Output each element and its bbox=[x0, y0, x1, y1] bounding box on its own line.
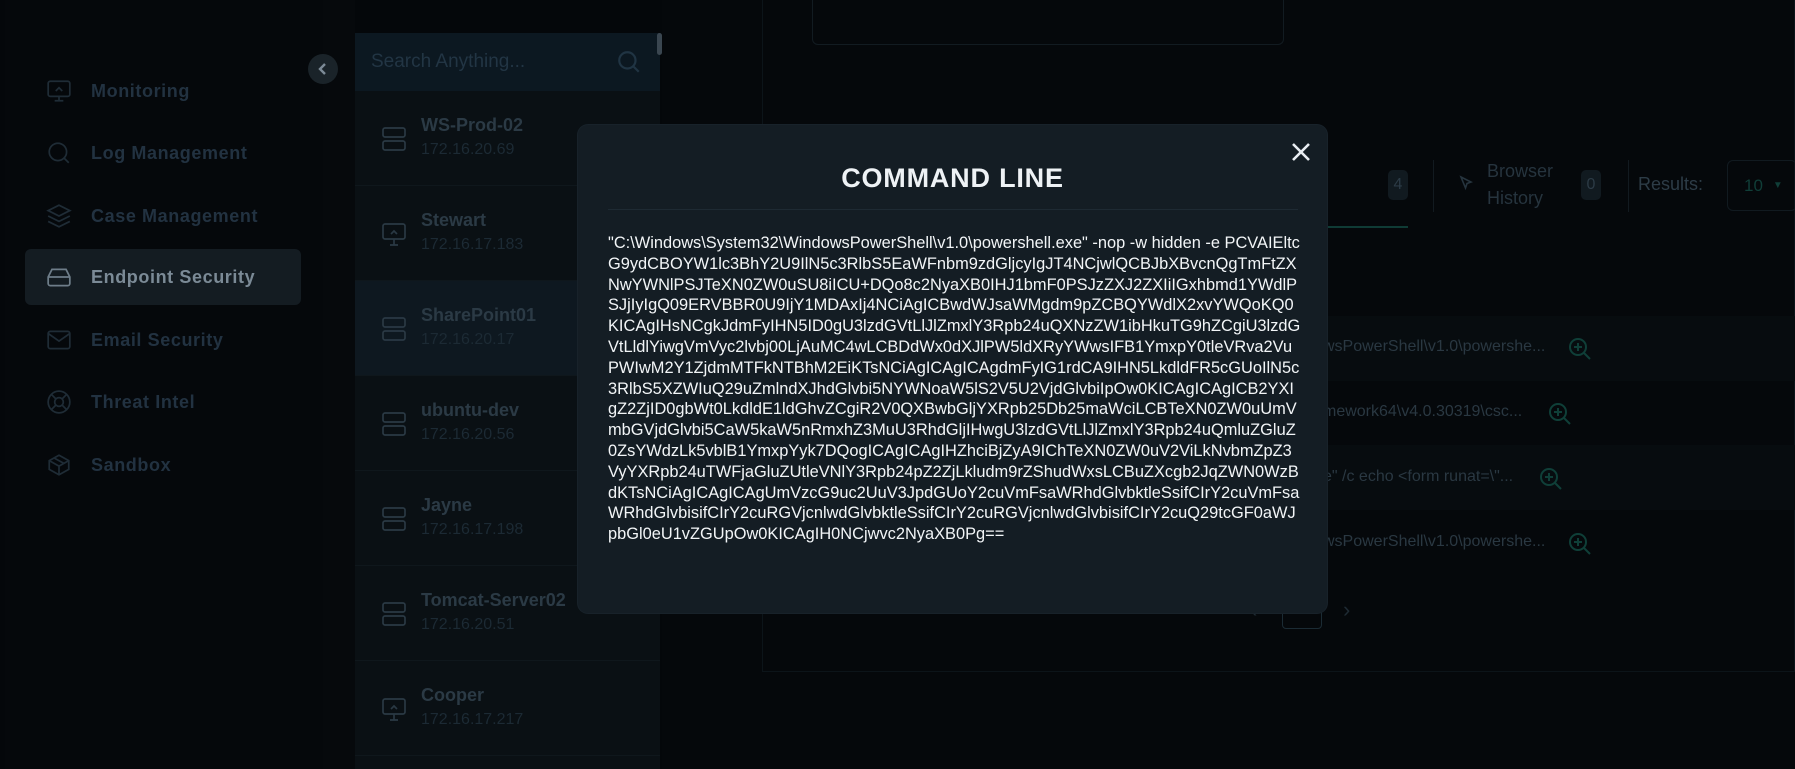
endpoint-name: SharePoint01 bbox=[421, 305, 537, 325]
layers-icon bbox=[45, 202, 73, 230]
nav-label: Case Management bbox=[91, 205, 259, 226]
nav-item-case-management[interactable]: Case Management bbox=[25, 188, 301, 244]
command-line-text: "C:\Windows\System32\WindowsPowerShell\v… bbox=[608, 234, 1301, 544]
nav-label: Threat Intel bbox=[91, 391, 196, 412]
endpoint-ip: 172.16.17.183 bbox=[421, 236, 524, 253]
tab-separator bbox=[1433, 160, 1434, 212]
modal-title: COMMAND LINE bbox=[841, 163, 1064, 193]
monitor-icon bbox=[381, 695, 407, 723]
drive-icon bbox=[45, 263, 73, 291]
tab-label-line2: History bbox=[1487, 188, 1544, 208]
server-icon bbox=[381, 410, 407, 438]
nav-item-sandbox[interactable]: Sandbox bbox=[25, 437, 301, 493]
endpoint-name: Tomcat-Server02 bbox=[421, 590, 566, 610]
nav-item-log-management[interactable]: Log Management bbox=[25, 125, 301, 181]
results-label: Results: bbox=[1638, 174, 1704, 194]
row-command: wsPowerShell\v1.0\powershe... bbox=[1323, 533, 1546, 550]
row-command: mework64\v4.0.30319\csc... bbox=[1323, 403, 1523, 420]
endpoint-item[interactable]: Cooper 172.16.17.217 bbox=[355, 661, 660, 756]
nav-item-email-security[interactable]: Email Security bbox=[25, 312, 301, 368]
nav-label: Monitoring bbox=[91, 80, 190, 101]
chevron-down-icon: ▼ bbox=[1772, 180, 1783, 191]
zoom-in-icon[interactable] bbox=[1567, 531, 1593, 557]
endpoint-ip: 172.16.20.69 bbox=[421, 141, 515, 158]
zoom-in-icon[interactable] bbox=[1567, 336, 1593, 362]
chevron-left-icon bbox=[318, 63, 326, 75]
command-line-modal: COMMAND LINE "C:\Windows\System32\Window… bbox=[578, 125, 1327, 613]
endpoint-name: ubuntu-dev bbox=[421, 400, 519, 420]
endpoint-name: Jayne bbox=[421, 495, 473, 515]
endpoint-ip: 172.16.20.56 bbox=[421, 426, 515, 443]
modal-divider bbox=[608, 209, 1298, 210]
lifebuoy-icon bbox=[45, 388, 73, 416]
server-icon bbox=[381, 315, 407, 343]
top-box bbox=[812, 0, 1284, 45]
nav-label: Email Security bbox=[91, 329, 224, 350]
search-icon[interactable] bbox=[616, 49, 642, 75]
nav-label: Log Management bbox=[91, 142, 248, 163]
search-icon bbox=[45, 139, 73, 167]
tab-browser-history[interactable]: Browser History bbox=[1487, 158, 1577, 212]
server-icon bbox=[381, 505, 407, 533]
left-navigation: Monitoring Log Management Case Managemen… bbox=[5, 0, 323, 769]
monitor-icon bbox=[45, 77, 73, 105]
endpoint-ip: 172.16.17.198 bbox=[421, 521, 524, 538]
box-icon bbox=[45, 451, 73, 479]
zoom-in-icon[interactable] bbox=[1538, 466, 1564, 492]
tab-label-line1: Browser bbox=[1487, 161, 1554, 181]
close-icon[interactable] bbox=[1288, 139, 1314, 165]
row-command: wsPowerShell\v1.0\powershe... bbox=[1323, 338, 1546, 355]
browser-count-badge: 0 bbox=[1581, 170, 1601, 200]
next-page-icon[interactable]: › bbox=[1343, 597, 1350, 623]
collapse-sidebar-button[interactable] bbox=[308, 54, 338, 84]
mail-icon bbox=[45, 326, 73, 354]
endpoint-name: Cooper bbox=[421, 685, 484, 705]
endpoint-name: WS-Prod-02 bbox=[421, 115, 524, 135]
tab-separator bbox=[1628, 160, 1629, 212]
search-box bbox=[355, 33, 660, 91]
monitor-icon bbox=[381, 220, 407, 248]
server-icon bbox=[381, 600, 407, 628]
search-input[interactable] bbox=[371, 51, 601, 73]
nav-item-endpoint-security[interactable]: Endpoint Security bbox=[25, 249, 301, 305]
endpoint-ip: 172.16.20.17 bbox=[421, 331, 515, 348]
endpoint-name: Stewart bbox=[421, 210, 487, 230]
endpoint-ip: 172.16.17.217 bbox=[421, 711, 524, 728]
row-command: e" /c echo <form runat=\"... bbox=[1323, 468, 1514, 485]
results-per-page-select[interactable]: 10 ▼ bbox=[1727, 160, 1795, 211]
endpoint-ip: 172.16.20.51 bbox=[421, 616, 515, 633]
server-icon bbox=[381, 125, 407, 153]
gutter bbox=[323, 0, 355, 769]
terminal-count-badge: 4 bbox=[1388, 170, 1408, 200]
cursor-icon bbox=[1458, 175, 1474, 191]
nav-item-threat-intel[interactable]: Threat Intel bbox=[25, 374, 301, 430]
zoom-in-icon[interactable] bbox=[1547, 401, 1573, 427]
nav-label: Sandbox bbox=[91, 454, 172, 475]
nav-item-monitoring[interactable]: Monitoring bbox=[25, 63, 301, 119]
nav-label: Endpoint Security bbox=[91, 266, 256, 287]
results-value: 10 bbox=[1744, 175, 1763, 195]
